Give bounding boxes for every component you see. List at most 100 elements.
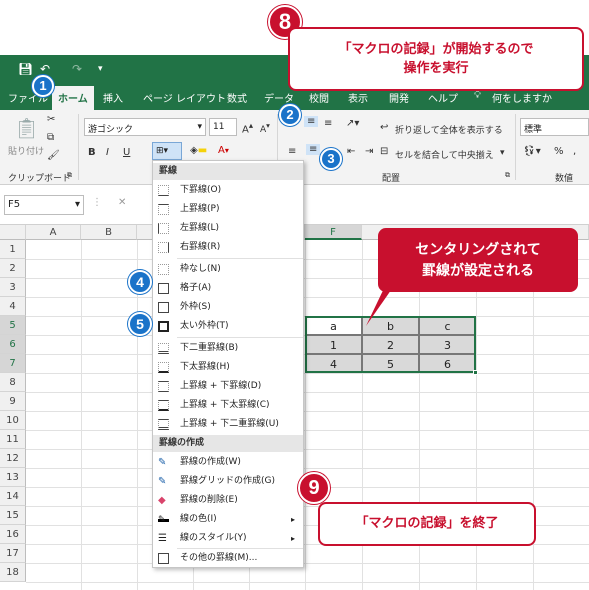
borders-dropdown-button[interactable]: ⊞▾ bbox=[152, 142, 182, 160]
merge-center-icon[interactable]: ⊟ bbox=[380, 146, 388, 157]
chevron-down-icon[interactable]: ▾ bbox=[500, 148, 505, 158]
save-icon[interactable]: 💾︎ bbox=[18, 62, 33, 76]
merge-center-button[interactable]: セルを結合して中央揃え bbox=[395, 148, 494, 161]
row-header[interactable]: 10 bbox=[0, 411, 26, 430]
menu-item-bottom-border[interactable]: 下罫線(O) bbox=[153, 181, 303, 200]
italic-button[interactable]: I bbox=[106, 147, 109, 158]
decrease-indent-icon[interactable]: ⇤ bbox=[347, 146, 355, 157]
accounting-format-icon[interactable]: 💱︎▾ bbox=[523, 146, 541, 157]
menu-item-all-borders[interactable]: 格子(A) bbox=[153, 279, 303, 298]
gridline bbox=[26, 297, 589, 298]
clipboard-launcher-icon[interactable]: ⧉ bbox=[67, 171, 72, 180]
menu-item-outside-borders[interactable]: 外枠(S) bbox=[153, 298, 303, 317]
column-header[interactable]: F bbox=[305, 225, 362, 240]
row-header[interactable]: 9 bbox=[0, 392, 26, 411]
row-header[interactable]: 17 bbox=[0, 544, 26, 563]
menu-item-top-border[interactable]: 上罫線(P) bbox=[153, 200, 303, 219]
row-header[interactable]: 3 bbox=[0, 278, 26, 297]
gridline bbox=[305, 240, 306, 590]
wrap-text-button[interactable]: 折り返して全体を表示する bbox=[395, 123, 503, 136]
comma-style-button[interactable]: , bbox=[573, 146, 576, 157]
menu-item-line-color[interactable]: ✎ 線の色(I) ▸ bbox=[153, 510, 303, 529]
bottom-align-icon[interactable]: ≡ bbox=[324, 118, 332, 129]
row-header[interactable]: 7 bbox=[0, 354, 26, 373]
menu-item-thick-bottom-border[interactable]: 下太罫線(H) bbox=[153, 358, 303, 377]
align-left-icon[interactable]: ≡ bbox=[288, 146, 296, 157]
menu-item-line-style[interactable]: ☰ 線のスタイル(Y) ▸ bbox=[153, 529, 303, 548]
row-header[interactable]: 4 bbox=[0, 297, 26, 316]
menu-item-more-borders[interactable]: その他の罫線(M)... bbox=[153, 549, 303, 568]
column-header[interactable]: B bbox=[81, 225, 137, 240]
font-name-select[interactable]: 游ゴシック ▾ bbox=[84, 118, 206, 136]
tab-help[interactable]: ヘルプ bbox=[428, 90, 458, 105]
row-header[interactable]: 5 bbox=[0, 316, 26, 335]
paste-button-label[interactable]: 貼り付け bbox=[8, 144, 44, 157]
font-color-icon[interactable]: A▾ bbox=[218, 145, 229, 156]
formula-bar-dots: ⋮ bbox=[92, 197, 102, 208]
redo-icon[interactable]: ↷ bbox=[72, 62, 82, 76]
submenu-arrow-icon: ▸ bbox=[290, 515, 295, 524]
undo-icon[interactable]: ↶ bbox=[40, 62, 50, 76]
menu-item-top-thick-bottom-border[interactable]: 上罫線 + 下太罫線(C) bbox=[153, 396, 303, 415]
menu-item-draw-border[interactable]: ✎ 罫線の作成(W) bbox=[153, 453, 303, 472]
underline-button[interactable]: U bbox=[123, 147, 130, 158]
font-size-select[interactable]: 11 bbox=[209, 118, 237, 136]
percent-style-button[interactable]: % bbox=[554, 146, 564, 157]
name-box[interactable]: F5 ▾ bbox=[4, 195, 84, 215]
menu-item-top-bottom-border[interactable]: 上罫線 + 下罫線(D) bbox=[153, 377, 303, 396]
cancel-icon[interactable]: ✕ bbox=[118, 197, 126, 208]
number-format-select[interactable]: 標準 bbox=[520, 118, 589, 136]
name-box-value: F5 bbox=[8, 199, 21, 210]
menu-item-top-double-bottom-border[interactable]: 上罫線 + 下二重罫線(U) bbox=[153, 415, 303, 434]
format-painter-icon[interactable]: 🖌︎ bbox=[47, 150, 60, 161]
row-header[interactable]: 8 bbox=[0, 373, 26, 392]
tell-me-search[interactable]: 何をしますか bbox=[492, 90, 552, 105]
increase-indent-icon[interactable]: ⇥ bbox=[365, 146, 373, 157]
tab-data[interactable]: データ bbox=[264, 90, 294, 105]
menu-item-left-border[interactable]: 左罫線(L) bbox=[153, 219, 303, 238]
menu-item-no-border[interactable]: 枠なし(N) bbox=[153, 260, 303, 279]
bold-button[interactable]: B bbox=[88, 147, 96, 158]
tab-formulas[interactable]: 数式 bbox=[227, 90, 247, 105]
select-all-corner[interactable] bbox=[0, 225, 26, 240]
row-header[interactable]: 14 bbox=[0, 487, 26, 506]
tab-insert[interactable]: 挿入 bbox=[103, 90, 123, 105]
align-center-icon[interactable]: ≡ bbox=[306, 144, 321, 155]
tab-review[interactable]: 校閲 bbox=[309, 90, 329, 105]
column-header[interactable]: A bbox=[26, 225, 81, 240]
menu-item-thick-box-border[interactable]: 太い外枠(T) bbox=[153, 317, 303, 336]
orientation-icon[interactable]: ↗▾ bbox=[346, 118, 359, 129]
fill-color-icon[interactable]: ◈▬ bbox=[190, 145, 207, 156]
increase-font-icon[interactable]: A▴ bbox=[242, 120, 253, 135]
cut-icon[interactable]: ✂ bbox=[47, 114, 55, 125]
menu-item-erase-border[interactable]: ◆ 罫線の削除(E) bbox=[153, 491, 303, 510]
row-header[interactable]: 11 bbox=[0, 430, 26, 449]
row-header[interactable]: 6 bbox=[0, 335, 26, 354]
row-header[interactable]: 12 bbox=[0, 449, 26, 468]
font-size-value: 11 bbox=[213, 122, 225, 132]
customize-qat-button[interactable]: ▾ bbox=[98, 64, 103, 74]
row-header[interactable]: 13 bbox=[0, 468, 26, 487]
row-header[interactable]: 18 bbox=[0, 563, 26, 582]
tab-view[interactable]: 表示 bbox=[348, 90, 368, 105]
top-border-icon bbox=[158, 204, 169, 215]
alignment-launcher-icon[interactable]: ⧉ bbox=[505, 171, 510, 180]
row-header[interactable]: 1 bbox=[0, 240, 26, 259]
decrease-font-icon[interactable]: A▾ bbox=[260, 121, 270, 135]
menu-item-bottom-double-border[interactable]: 下二重罫線(B) bbox=[153, 339, 303, 358]
middle-align-icon[interactable]: ≡ bbox=[304, 116, 319, 127]
row-header[interactable]: 15 bbox=[0, 506, 26, 525]
chevron-down-icon: ▾ bbox=[197, 122, 202, 132]
menu-item-draw-border-grid[interactable]: ✎ 罫線グリッドの作成(G) bbox=[153, 472, 303, 491]
row-header[interactable]: 2 bbox=[0, 259, 26, 278]
paste-icon[interactable]: 📋︎ bbox=[14, 116, 39, 140]
tab-developer[interactable]: 開発 bbox=[389, 90, 409, 105]
tab-home[interactable]: ホーム bbox=[52, 86, 94, 110]
menu-item-right-border[interactable]: 右罫線(R) bbox=[153, 238, 303, 257]
gridline bbox=[26, 411, 589, 412]
wrap-text-icon[interactable]: ↩ bbox=[380, 122, 388, 133]
copy-icon[interactable]: ⧉ bbox=[47, 132, 54, 143]
tab-page-layout[interactable]: ページ レイアウト bbox=[143, 90, 226, 105]
row-header[interactable]: 16 bbox=[0, 525, 26, 544]
fill-handle[interactable] bbox=[473, 370, 478, 375]
